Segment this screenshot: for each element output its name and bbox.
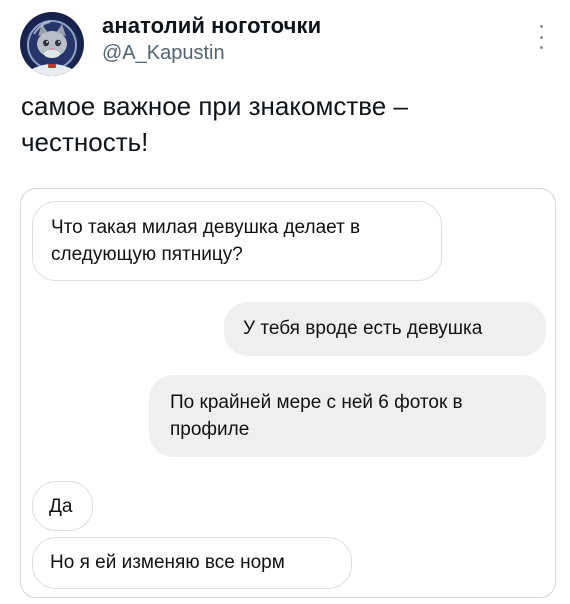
avatar[interactable]: [20, 12, 84, 76]
chat-message-outgoing: У тебя вроде есть девушка: [224, 302, 546, 356]
tweet: анатолий ноготочки @A_Kapustin самое важ…: [0, 0, 570, 604]
tweet-text: самое важное при знакомстве – честность!: [21, 91, 408, 157]
cat-astronaut-icon: [27, 20, 77, 76]
more-dot: [539, 35, 543, 39]
more-vertical-icon[interactable]: [535, 25, 547, 49]
chat-message-outgoing: По крайней мере с ней 6 фоток в профиле: [149, 375, 546, 457]
chat-message-incoming: Но я ей изменяю все норм: [32, 537, 352, 589]
chat-message-incoming: Что такая милая девушка делает в следующ…: [32, 201, 442, 281]
author-name[interactable]: анатолий ноготочки: [102, 13, 321, 39]
more-dot: [539, 25, 543, 28]
more-dot: [539, 46, 543, 49]
tweet-media-chat-screenshot[interactable]: Что такая милая девушка делает в следующ…: [20, 188, 556, 598]
author-handle[interactable]: @A_Kapustin: [102, 42, 225, 65]
chat-message-incoming: Да: [32, 481, 93, 531]
